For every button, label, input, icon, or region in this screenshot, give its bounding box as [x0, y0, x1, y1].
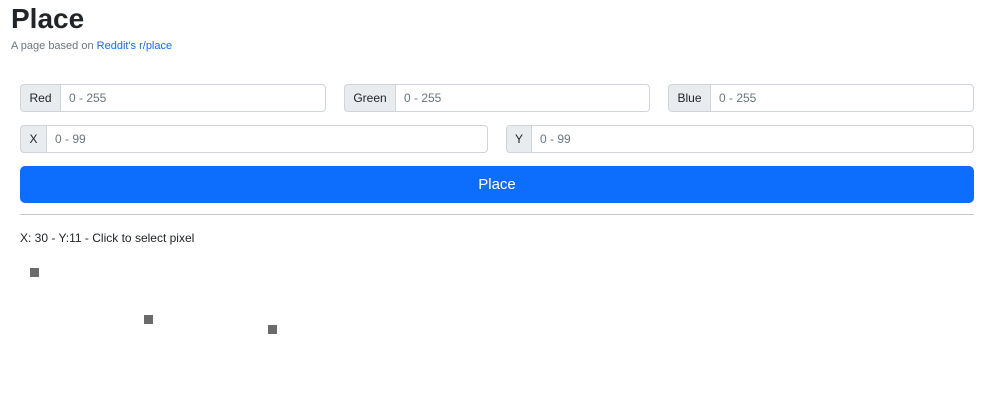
pixel-status-text: X: 30 - Y:11 - Click to select pixel: [20, 231, 195, 245]
x-input[interactable]: [46, 125, 488, 153]
placed-pixel: [30, 268, 39, 277]
y-input[interactable]: [531, 125, 974, 153]
page-title: Place: [11, 3, 85, 34]
y-input-group: Y: [506, 125, 974, 153]
page-subtitle: A page based on Reddit's r/place: [11, 39, 172, 53]
green-input[interactable]: [395, 84, 650, 112]
x-label: X: [20, 125, 46, 153]
red-input[interactable]: [60, 84, 326, 112]
blue-input-group: Blue: [668, 84, 974, 112]
green-input-group: Green: [344, 84, 650, 112]
placed-pixel: [268, 325, 277, 334]
x-input-group: X: [20, 125, 488, 153]
subtitle-text: A page based on: [11, 40, 97, 52]
y-label: Y: [506, 125, 531, 153]
red-label: Red: [20, 84, 60, 112]
rplace-link[interactable]: Reddit's r/place: [97, 40, 172, 52]
place-canvas[interactable]: [20, 258, 974, 398]
divider: [20, 214, 974, 215]
place-button[interactable]: Place: [20, 166, 974, 203]
placed-pixel: [144, 315, 153, 324]
green-label: Green: [344, 84, 395, 112]
red-input-group: Red: [20, 84, 326, 112]
blue-label: Blue: [668, 84, 710, 112]
blue-input[interactable]: [710, 84, 974, 112]
